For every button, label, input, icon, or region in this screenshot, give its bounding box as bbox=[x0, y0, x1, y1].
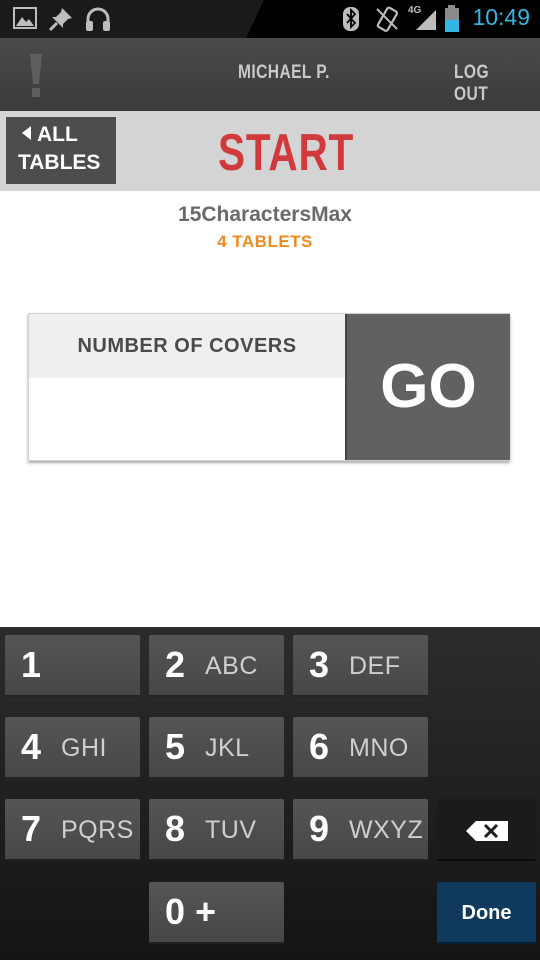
key-number: 4 bbox=[21, 726, 42, 767]
key-7[interactable]: 7 PQRS bbox=[5, 799, 140, 861]
table-name: 15CharactersMax bbox=[178, 203, 352, 226]
key-number: 6 bbox=[309, 726, 330, 767]
key-letters: WXYZ bbox=[349, 816, 424, 844]
numeric-keyboard: 1 2 ABC 3 DEF 4 GHI 5 JKL 6 MNO 7 PQRS 8… bbox=[0, 627, 540, 960]
key-8[interactable]: 8 TUV bbox=[149, 799, 284, 861]
key-number: 9 bbox=[309, 808, 330, 849]
backspace-icon bbox=[466, 821, 508, 841]
go-button[interactable]: GO bbox=[345, 314, 510, 460]
pin-icon bbox=[48, 8, 72, 32]
bluetooth-icon bbox=[343, 7, 359, 31]
key-letters: PQRS bbox=[61, 816, 134, 844]
key-letters: GHI bbox=[61, 734, 107, 762]
vibrate-icon bbox=[376, 6, 399, 32]
battery-icon bbox=[445, 5, 459, 32]
status-bar: 4G 10:49 bbox=[0, 0, 540, 38]
done-button[interactable]: Done bbox=[437, 882, 536, 944]
key-number: 1 bbox=[21, 644, 42, 685]
key-number: 0 + bbox=[165, 891, 217, 932]
key-9[interactable]: 9 WXYZ bbox=[293, 799, 428, 861]
backspace-button[interactable] bbox=[437, 799, 536, 861]
exclamation-icon[interactable] bbox=[28, 54, 44, 98]
key-0[interactable]: 0 + bbox=[149, 882, 284, 944]
key-letters: JKL bbox=[205, 734, 250, 762]
key-letters: ABC bbox=[205, 652, 258, 680]
key-letters: MNO bbox=[349, 734, 409, 762]
key-number: 5 bbox=[165, 726, 186, 767]
all-tables-line1: ALL bbox=[37, 123, 78, 146]
sub-header: ALL TABLES START bbox=[0, 111, 540, 191]
covers-input[interactable] bbox=[29, 378, 345, 460]
key-1[interactable]: 1 bbox=[5, 635, 140, 697]
key-2[interactable]: 2 ABC bbox=[149, 635, 284, 697]
key-letters: TUV bbox=[205, 816, 257, 844]
user-name: MICHAEL P. bbox=[238, 62, 330, 83]
key-number: 7 bbox=[21, 808, 42, 849]
key-3[interactable]: 3 DEF bbox=[293, 635, 428, 697]
covers-card: NUMBER OF COVERS GO bbox=[28, 313, 510, 461]
back-arrow-icon bbox=[22, 126, 31, 140]
tablets-count: 4 TABLETS bbox=[217, 232, 313, 251]
key-5[interactable]: 5 JKL bbox=[149, 717, 284, 779]
key-letters: DEF bbox=[349, 652, 401, 680]
key-6[interactable]: 6 MNO bbox=[293, 717, 428, 779]
key-number: 3 bbox=[309, 644, 330, 685]
app-header: MICHAEL P. LOG OUT bbox=[0, 38, 540, 111]
done-label: Done bbox=[461, 902, 512, 924]
image-icon bbox=[13, 7, 37, 29]
key-4[interactable]: 4 GHI bbox=[5, 717, 140, 779]
covers-label: NUMBER OF COVERS bbox=[29, 314, 345, 378]
key-number: 8 bbox=[165, 808, 186, 849]
all-tables-line2: TABLES bbox=[18, 151, 101, 174]
key-number: 2 bbox=[165, 644, 186, 685]
all-tables-button[interactable]: ALL TABLES bbox=[6, 117, 116, 184]
logout-button[interactable]: LOG OUT bbox=[454, 62, 525, 106]
clock: 10:49 bbox=[472, 4, 530, 30]
signal-icon bbox=[416, 10, 436, 30]
page-title: START bbox=[218, 124, 355, 182]
headphones-icon bbox=[86, 7, 110, 31]
